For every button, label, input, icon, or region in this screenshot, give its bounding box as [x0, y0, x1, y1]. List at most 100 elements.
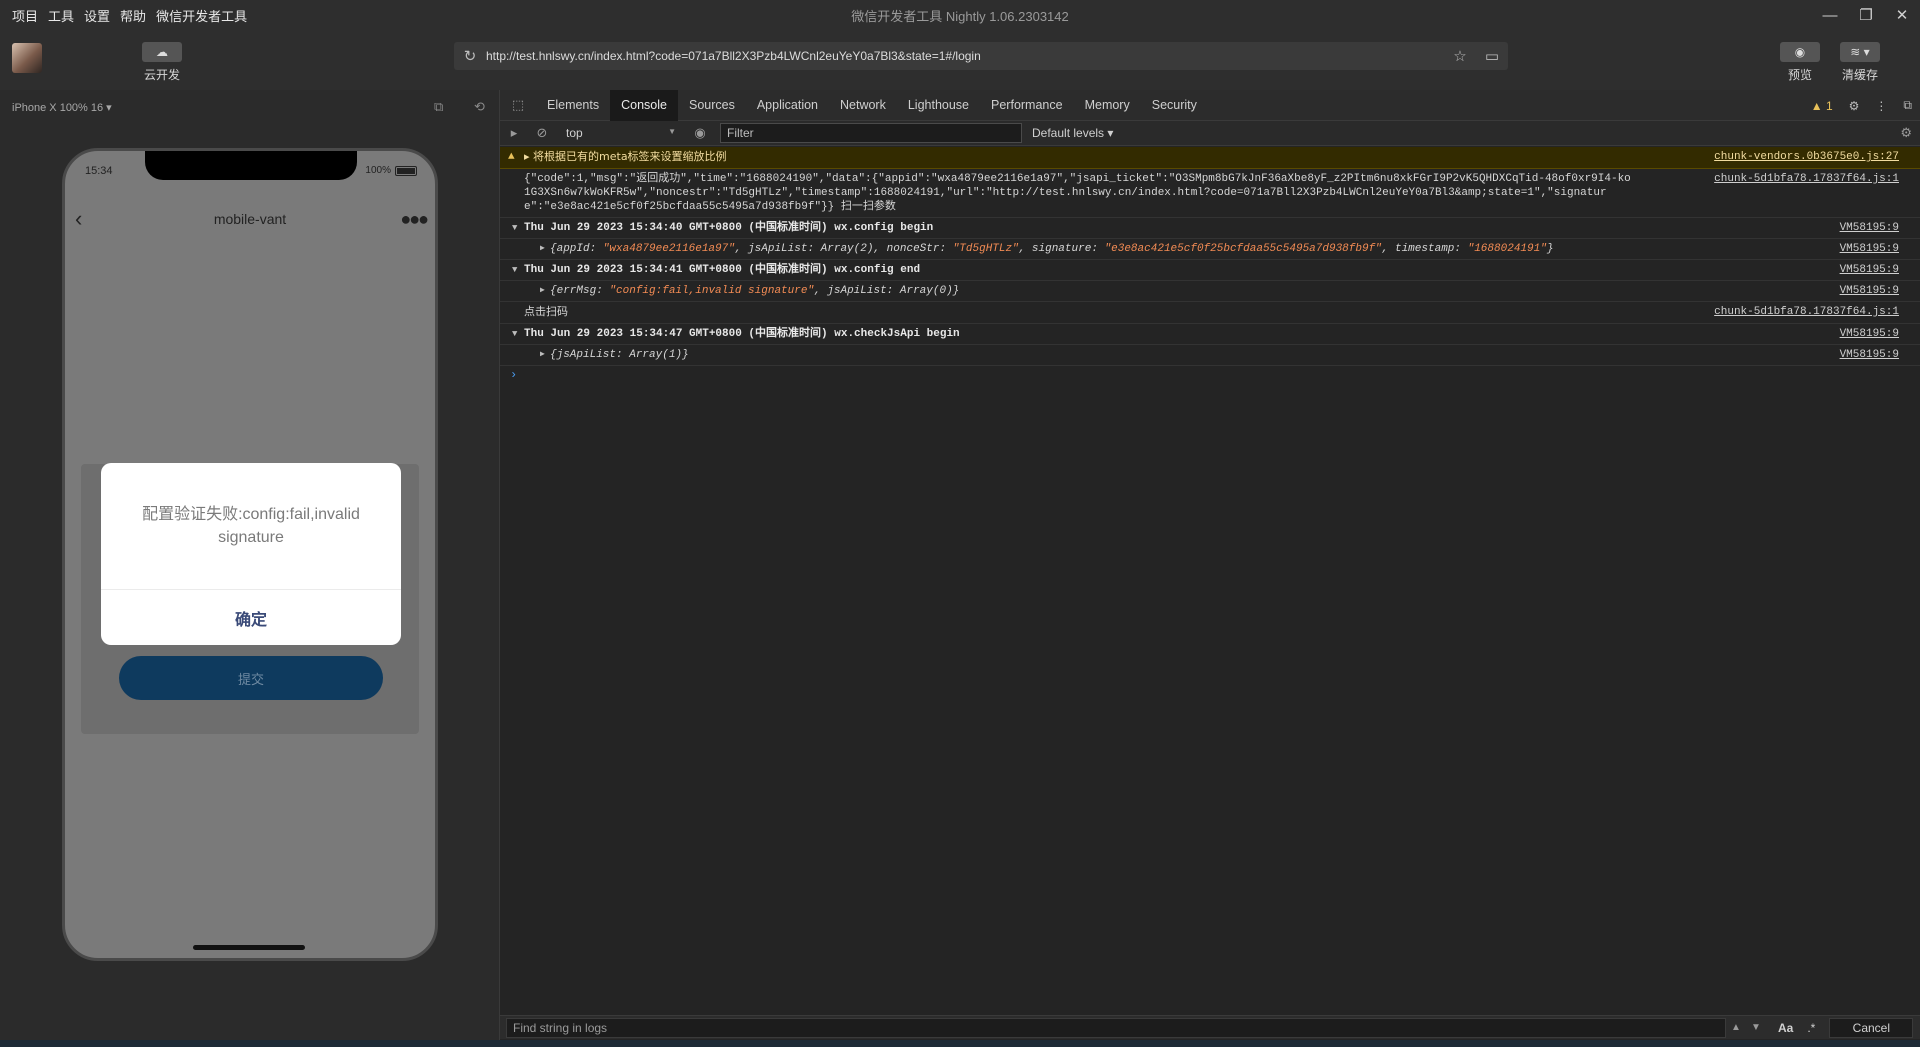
- tab-security[interactable]: Security: [1141, 90, 1208, 121]
- obj-string: "1688024191": [1467, 243, 1547, 255]
- window-controls: — ❐ ✕: [1812, 0, 1920, 30]
- match-case-button[interactable]: Aa: [1778, 1021, 1793, 1035]
- back-icon[interactable]: ‹: [75, 206, 82, 232]
- battery-percent: 100%: [365, 165, 391, 176]
- log-source-link[interactable]: chunk-5d1bfa78.17837f64.js:1: [1714, 172, 1899, 186]
- url-text[interactable]: http://test.hnlswy.cn/index.html?code=07…: [486, 49, 1444, 63]
- log-message: Thu Jun 29 2023 15:34:41 GMT+0800 (中国标准时…: [524, 264, 921, 276]
- sidebar-toggle-icon[interactable]: ▸: [500, 125, 528, 141]
- log-object-row[interactable]: ▶ {appId: "wxa4879ee2116e1a97", jsApiLis…: [500, 239, 1920, 260]
- kebab-menu-icon[interactable]: ⋮: [1875, 99, 1887, 113]
- context-select[interactable]: top: [556, 126, 686, 140]
- phone-frame: 15:34 100% ‹ mobile-vant ●●● 提交 配置验证失败:c…: [62, 148, 438, 961]
- clear-console-icon[interactable]: ⊘: [528, 125, 556, 141]
- device-select[interactable]: iPhone X 100% 16 ▾: [12, 101, 112, 114]
- menu-project[interactable]: 项目: [12, 4, 38, 27]
- expanded-caret-icon[interactable]: ▼: [512, 263, 517, 277]
- obj-text: , timestamp:: [1381, 243, 1468, 255]
- obj-text: , jsApiList: Array(2), nonceStr:: [734, 243, 953, 255]
- regex-button[interactable]: .*: [1807, 1021, 1815, 1035]
- log-source-link[interactable]: VM58195:9: [1840, 242, 1899, 256]
- log-group-row[interactable]: ▼ Thu Jun 29 2023 15:34:41 GMT+0800 (中国标…: [500, 260, 1920, 281]
- log-row[interactable]: {"code":1,"msg":"返回成功","time":"168802419…: [500, 169, 1920, 218]
- console-settings-icon[interactable]: ⚙: [1900, 125, 1912, 141]
- warning-counter[interactable]: ▲ 1: [1811, 99, 1833, 113]
- eye-icon[interactable]: ◉: [686, 125, 714, 141]
- alert-dialog: 配置验证失败:config:fail,invalid signature 确定: [101, 463, 401, 645]
- more-icon[interactable]: ●●●: [400, 209, 429, 230]
- popout-icon[interactable]: ⧉: [434, 99, 443, 115]
- tab-elements[interactable]: Elements: [536, 90, 610, 121]
- collapsed-caret-icon[interactable]: ▶: [540, 242, 545, 256]
- cloud-dev-label: 云开发: [143, 68, 180, 82]
- restore-button[interactable]: ❐: [1848, 0, 1884, 30]
- tab-application[interactable]: Application: [746, 90, 829, 121]
- warning-icon: ▲: [508, 151, 515, 163]
- log-source-link[interactable]: VM58195:9: [1840, 327, 1899, 341]
- filter-input[interactable]: Filter: [720, 123, 1022, 143]
- preview-button[interactable]: ◉ 预览: [1780, 42, 1820, 83]
- tab-network[interactable]: Network: [829, 90, 897, 121]
- submit-button[interactable]: 提交: [119, 656, 383, 700]
- minimize-button[interactable]: —: [1812, 0, 1848, 30]
- status-battery: 100%: [365, 165, 417, 176]
- address-bar[interactable]: ↻ http://test.hnlswy.cn/index.html?code=…: [454, 42, 1508, 70]
- tab-performance[interactable]: Performance: [980, 90, 1074, 121]
- dialog-message: 配置验证失败:config:fail,invalid signature: [142, 506, 360, 546]
- menu-settings[interactable]: 设置: [84, 4, 110, 27]
- find-cancel-button[interactable]: Cancel: [1829, 1017, 1914, 1038]
- inspect-icon[interactable]: ⬚: [500, 97, 536, 113]
- tab-memory[interactable]: Memory: [1074, 90, 1141, 121]
- nav-bar: ‹ mobile-vant ●●●: [65, 199, 435, 239]
- log-message: Thu Jun 29 2023 15:34:47 GMT+0800 (中国标准时…: [524, 328, 960, 340]
- menu-tools[interactable]: 工具: [48, 4, 74, 27]
- log-group-row[interactable]: ▼ Thu Jun 29 2023 15:34:47 GMT+0800 (中国标…: [500, 324, 1920, 345]
- log-source-link[interactable]: chunk-vendors.0b3675e0.js:27: [1714, 150, 1899, 164]
- log-row[interactable]: 点击扫码 chunk-5d1bfa78.17837f64.js:1: [500, 302, 1920, 324]
- find-next-icon[interactable]: ▼: [1746, 1022, 1766, 1033]
- home-indicator: [193, 945, 305, 950]
- collapsed-caret-icon[interactable]: ▶: [540, 284, 545, 298]
- warning-count: 1: [1825, 98, 1833, 113]
- log-source-link[interactable]: chunk-5d1bfa78.17837f64.js:1: [1714, 305, 1899, 319]
- gear-icon[interactable]: ⚙: [1849, 99, 1860, 113]
- log-object-row[interactable]: ▶ {errMsg: "config:fail,invalid signatur…: [500, 281, 1920, 302]
- dock-icon[interactable]: ⧉: [1903, 98, 1912, 113]
- find-prev-icon[interactable]: ▲: [1726, 1022, 1746, 1033]
- status-time: 15:34: [85, 165, 113, 177]
- tab-console[interactable]: Console: [610, 89, 678, 121]
- close-button[interactable]: ✕: [1884, 0, 1920, 30]
- collapsed-caret-icon[interactable]: ▶: [540, 348, 545, 362]
- rotate-icon[interactable]: ⟲: [474, 99, 485, 115]
- log-source-link[interactable]: VM58195:9: [1840, 284, 1899, 298]
- expanded-caret-icon[interactable]: ▼: [512, 221, 517, 235]
- log-levels-select[interactable]: Default levels ▾: [1032, 126, 1113, 140]
- obj-string: "config:fail,invalid signature": [609, 285, 815, 297]
- folder-icon[interactable]: ▭: [1476, 47, 1508, 65]
- log-object-row[interactable]: ▶ {jsApiList: Array(1)} VM58195:9: [500, 345, 1920, 366]
- clear-cache-label: 清缓存: [1841, 68, 1878, 82]
- log-source-link[interactable]: VM58195:9: [1840, 221, 1899, 235]
- simulator-bar: iPhone X 100% 16 ▾ ⧉ ⟲: [0, 90, 499, 124]
- refresh-icon[interactable]: ↻: [454, 47, 486, 65]
- log-source-link[interactable]: VM58195:9: [1840, 348, 1899, 362]
- menu-help[interactable]: 帮助: [120, 4, 146, 27]
- log-row-warning[interactable]: ▲ ▸ 将根据已有的meta标签来设置缩放比例 chunk-vendors.0b…: [500, 147, 1920, 169]
- avatar[interactable]: [12, 43, 42, 73]
- log-message: Thu Jun 29 2023 15:34:40 GMT+0800 (中国标准时…: [524, 222, 934, 234]
- clear-cache-button[interactable]: ≋ ▾ 清缓存: [1840, 42, 1880, 83]
- cloud-dev-button[interactable]: ☁ 云开发: [142, 42, 182, 83]
- dialog-confirm-button[interactable]: 确定: [101, 590, 401, 645]
- find-input[interactable]: Find string in logs: [506, 1017, 1726, 1038]
- expanded-caret-icon[interactable]: ▼: [512, 327, 517, 341]
- menu-devtools[interactable]: 微信开发者工具: [156, 4, 247, 27]
- log-group-row[interactable]: ▼ Thu Jun 29 2023 15:34:40 GMT+0800 (中国标…: [500, 218, 1920, 239]
- star-icon[interactable]: ☆: [1444, 47, 1476, 65]
- tab-lighthouse[interactable]: Lighthouse: [897, 90, 980, 121]
- simulator-pane: iPhone X 100% 16 ▾ ⧉ ⟲ 15:34 100% ‹ mobi…: [0, 90, 499, 1047]
- log-source-link[interactable]: VM58195:9: [1840, 263, 1899, 277]
- nav-title: mobile-vant: [213, 211, 287, 227]
- layers-icon: ≋ ▾: [1840, 42, 1880, 62]
- console-prompt[interactable]: ›: [500, 366, 1920, 384]
- tab-sources[interactable]: Sources: [678, 90, 746, 121]
